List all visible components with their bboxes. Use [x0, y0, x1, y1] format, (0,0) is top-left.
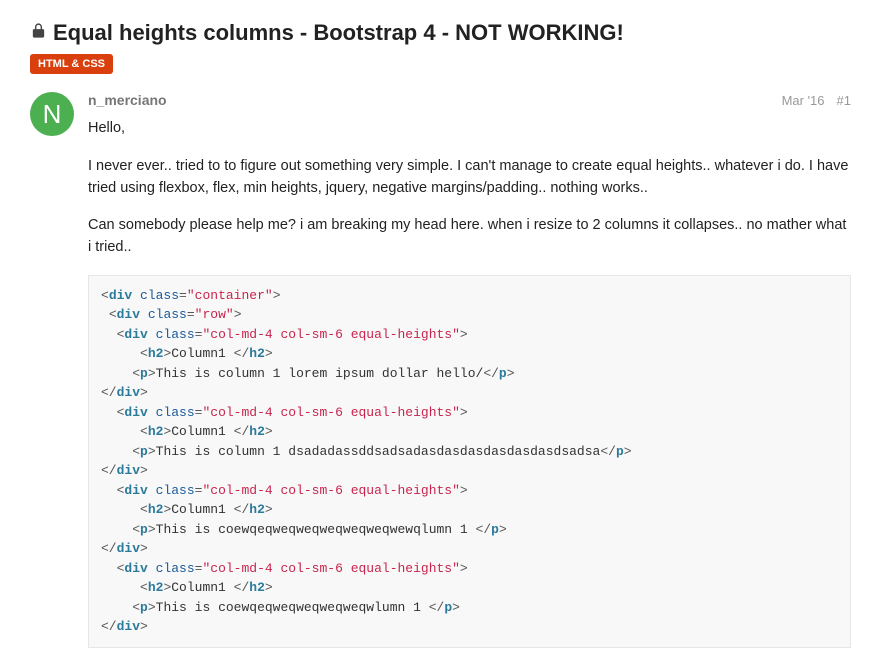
paragraph: Hello, [88, 118, 851, 140]
code-block: <div class="container"> <div class="row"… [88, 275, 851, 648]
paragraph: Can somebody please help me? i am breaki… [88, 215, 851, 259]
post-date[interactable]: Mar '16 [782, 93, 825, 108]
post-content: Hello, I never ever.. tried to to figure… [88, 118, 851, 648]
lock-icon [30, 22, 47, 44]
post: N n_merciano Mar '16 #1 Hello, I never e… [30, 92, 851, 648]
paragraph: I never ever.. tried to to figure out so… [88, 156, 851, 200]
post-number[interactable]: #1 [837, 93, 851, 108]
category-badge[interactable]: HTML & CSS [30, 54, 113, 74]
page-title[interactable]: Equal heights columns - Bootstrap 4 - NO… [53, 20, 624, 46]
avatar[interactable]: N [30, 92, 74, 136]
username-link[interactable]: n_merciano [88, 92, 167, 108]
